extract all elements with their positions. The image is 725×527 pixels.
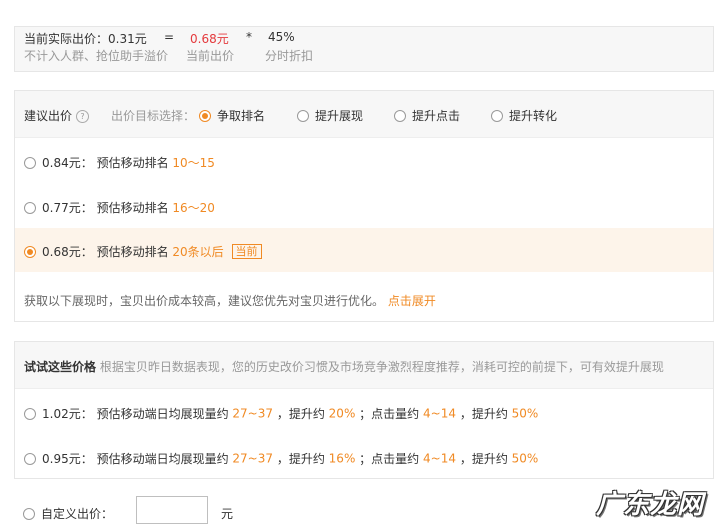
try-price-value: 1.02元： [42, 407, 93, 421]
custom-bid-label: 自定义出价： [41, 507, 114, 521]
bid-option-desc: 预估移动排名 [96, 201, 169, 215]
note-current-bid: 当前出价 [186, 49, 235, 63]
bid-option-row[interactable]: 0.84元： 预估移动排名 10～15 [15, 139, 713, 183]
suggested-bid-title: 建议出价? [24, 107, 90, 124]
goal-radio-conversion[interactable]: 提升转化 [491, 107, 557, 124]
goal-label: 出价目标选择： [111, 109, 196, 123]
bid-option-desc: 预估移动排名 [96, 245, 169, 259]
goal-label-conversion: 提升转化 [509, 109, 558, 123]
bid-option-radio[interactable]: 0.84元： 预估移动排名 10～15 [24, 154, 215, 171]
try-price-radio[interactable]: 1.02元： 预估移动端日均展现量约 27~37 ，提升约 20% ；点击量约 … [24, 405, 538, 422]
radio-icon[interactable] [24, 156, 36, 169]
impression-lift-label: ，提升约 [276, 452, 325, 466]
radio-icon[interactable] [24, 201, 36, 214]
note-time-discount: 分时折扣 [265, 49, 314, 63]
optimization-tip: 获取以下展现时，宝贝出价成本较高，建议您优先对宝贝进行优化。 点击展开 [24, 292, 436, 309]
try-price-radio[interactable]: 0.95元： 预估移动端日均展现量约 27~37 ，提升约 16% ；点击量约 … [24, 450, 538, 467]
impression-lift: 16% [328, 451, 356, 466]
impression-lift-label: ，提升约 [276, 407, 325, 421]
impression-range: 27~37 [232, 406, 273, 421]
click-lift: 50% [511, 451, 539, 466]
radio-icon[interactable] [297, 109, 309, 122]
try-price-row[interactable]: 1.02元： 预估移动端日均展现量约 27~37 ，提升约 20% ；点击量约 … [15, 390, 713, 434]
suggested-bid-title-text: 建议出价 [24, 109, 73, 123]
try-price-row[interactable]: 0.95元： 预估移动端日均展现量约 27~37 ，提升约 16% ；点击量约 … [15, 435, 713, 479]
goal-radio-clicks[interactable]: 提升点击 [394, 107, 460, 124]
try-prices-header: 试试这些价格 根据宝贝昨日数据表现，您的历史改价习惯及市场竞争激烈程度推荐，消耗… [15, 342, 713, 389]
equals-sign: = [164, 30, 175, 44]
click-lift: 50% [511, 406, 539, 421]
radio-icon[interactable] [491, 109, 503, 122]
click-label: ；点击量约 [359, 452, 420, 466]
goal-radio-impressions[interactable]: 提升展现 [297, 107, 363, 124]
bid-option-row[interactable]: 0.77元： 预估移动排名 16～20 [15, 184, 713, 228]
suggested-bid-header: 建议出价? 出价目标选择： 争取排名 提升展现 提升点击 提升转化 [15, 91, 713, 138]
bid-option-rank: 10～15 [172, 156, 215, 170]
goal-radio-ranking[interactable]: 争取排名 [199, 107, 265, 124]
click-lift-label: ，提升约 [459, 407, 508, 421]
try-prices-desc: 根据宝贝昨日数据表现，您的历史改价习惯及市场竞争激烈程度推荐，消耗可控的前提下，… [99, 360, 664, 374]
radio-icon[interactable] [24, 407, 36, 420]
actual-price-label: 当前实际出价：0.31元 [24, 32, 147, 46]
bid-option-price: 0.84元： [42, 156, 93, 170]
radio-icon[interactable] [394, 109, 406, 122]
bid-option-price: 0.77元： [42, 201, 93, 215]
try-prices-title: 试试这些价格 [24, 360, 97, 374]
radio-icon[interactable] [23, 507, 35, 520]
impression-lift: 20% [328, 406, 356, 421]
bid-option-desc: 预估移动排名 [96, 156, 169, 170]
current-bid-value: 0.68元 [190, 32, 229, 46]
goal-label-impressions: 提升展现 [315, 109, 364, 123]
watermark-logo: 广东龙网 [596, 490, 705, 520]
current-badge: 当前 [231, 244, 262, 259]
impression-range: 27~37 [232, 451, 273, 466]
bid-option-rank: 20条以后 [172, 245, 224, 259]
impression-label: 预估移动端日均展现量约 [96, 452, 229, 466]
click-range: 4~14 [423, 406, 456, 421]
custom-bid-input[interactable] [136, 496, 208, 524]
impression-label: 预估移动端日均展现量约 [96, 407, 229, 421]
custom-bid-radio[interactable]: 自定义出价： [23, 505, 113, 522]
suggested-bid-panel: 建议出价? 出价目标选择： 争取排名 提升展现 提升点击 提升转化 0.84元：… [14, 90, 714, 322]
click-lift-label: ，提升约 [459, 452, 508, 466]
radio-icon[interactable] [24, 452, 36, 465]
bid-option-radio[interactable]: 0.68元： 预估移动排名 20条以后 当前 [24, 243, 262, 260]
try-prices-panel: 试试这些价格 根据宝贝昨日数据表现，您的历史改价习惯及市场竞争激烈程度推荐，消耗… [14, 341, 714, 479]
try-price-value: 0.95元： [42, 452, 93, 466]
goal-label-ranking: 争取排名 [217, 109, 266, 123]
optimization-tip-text: 获取以下展现时，宝贝出价成本较高，建议您优先对宝贝进行优化。 [24, 294, 385, 308]
click-range: 4~14 [423, 451, 456, 466]
discount-value: 45% [268, 30, 295, 44]
bid-option-rank: 16～20 [172, 201, 215, 215]
goal-label-clicks: 提升点击 [412, 109, 461, 123]
radio-icon[interactable] [199, 109, 211, 122]
bid-option-row-current[interactable]: 0.68元： 预估移动排名 20条以后 当前 [15, 228, 713, 272]
help-icon[interactable]: ? [76, 110, 90, 123]
radio-icon[interactable] [24, 245, 36, 258]
try-prices-title-line: 试试这些价格 根据宝贝昨日数据表现，您的历史改价习惯及市场竞争激烈程度推荐，消耗… [24, 358, 664, 375]
multiply-sign: * [246, 30, 252, 44]
expand-link[interactable]: 点击展开 [388, 294, 436, 308]
actual-price-panel: 当前实际出价：0.31元 = 0.68元 * 45% 不计入人群、抢位助手溢价 … [14, 26, 714, 72]
bid-option-radio[interactable]: 0.77元： 预估移动排名 16～20 [24, 199, 215, 216]
click-label: ；点击量约 [359, 407, 420, 421]
custom-bid-unit: 元 [221, 507, 234, 521]
bid-option-price: 0.68元： [42, 245, 93, 259]
note-excluded: 不计入人群、抢位助手溢价 [24, 49, 169, 63]
